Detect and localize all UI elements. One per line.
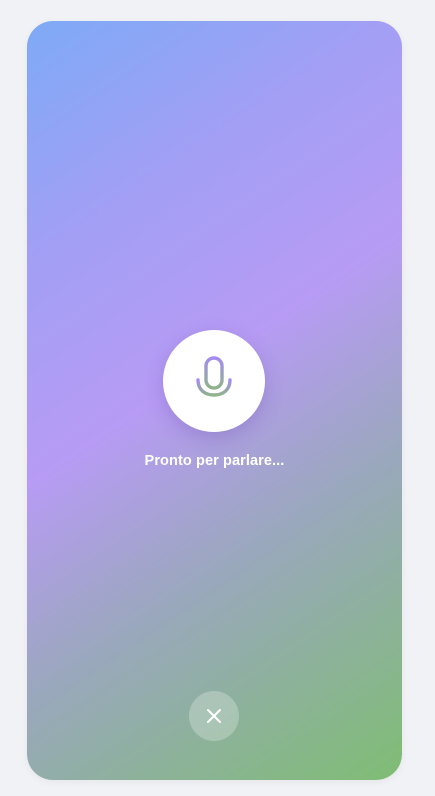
voice-input-screen: Pronto per parlare...	[27, 21, 402, 780]
status-text: Pronto per parlare...	[144, 453, 285, 469]
close-icon	[207, 709, 221, 723]
close-button[interactable]	[189, 691, 239, 741]
microphone-button[interactable]	[163, 330, 265, 432]
microphone-icon	[196, 356, 232, 405]
